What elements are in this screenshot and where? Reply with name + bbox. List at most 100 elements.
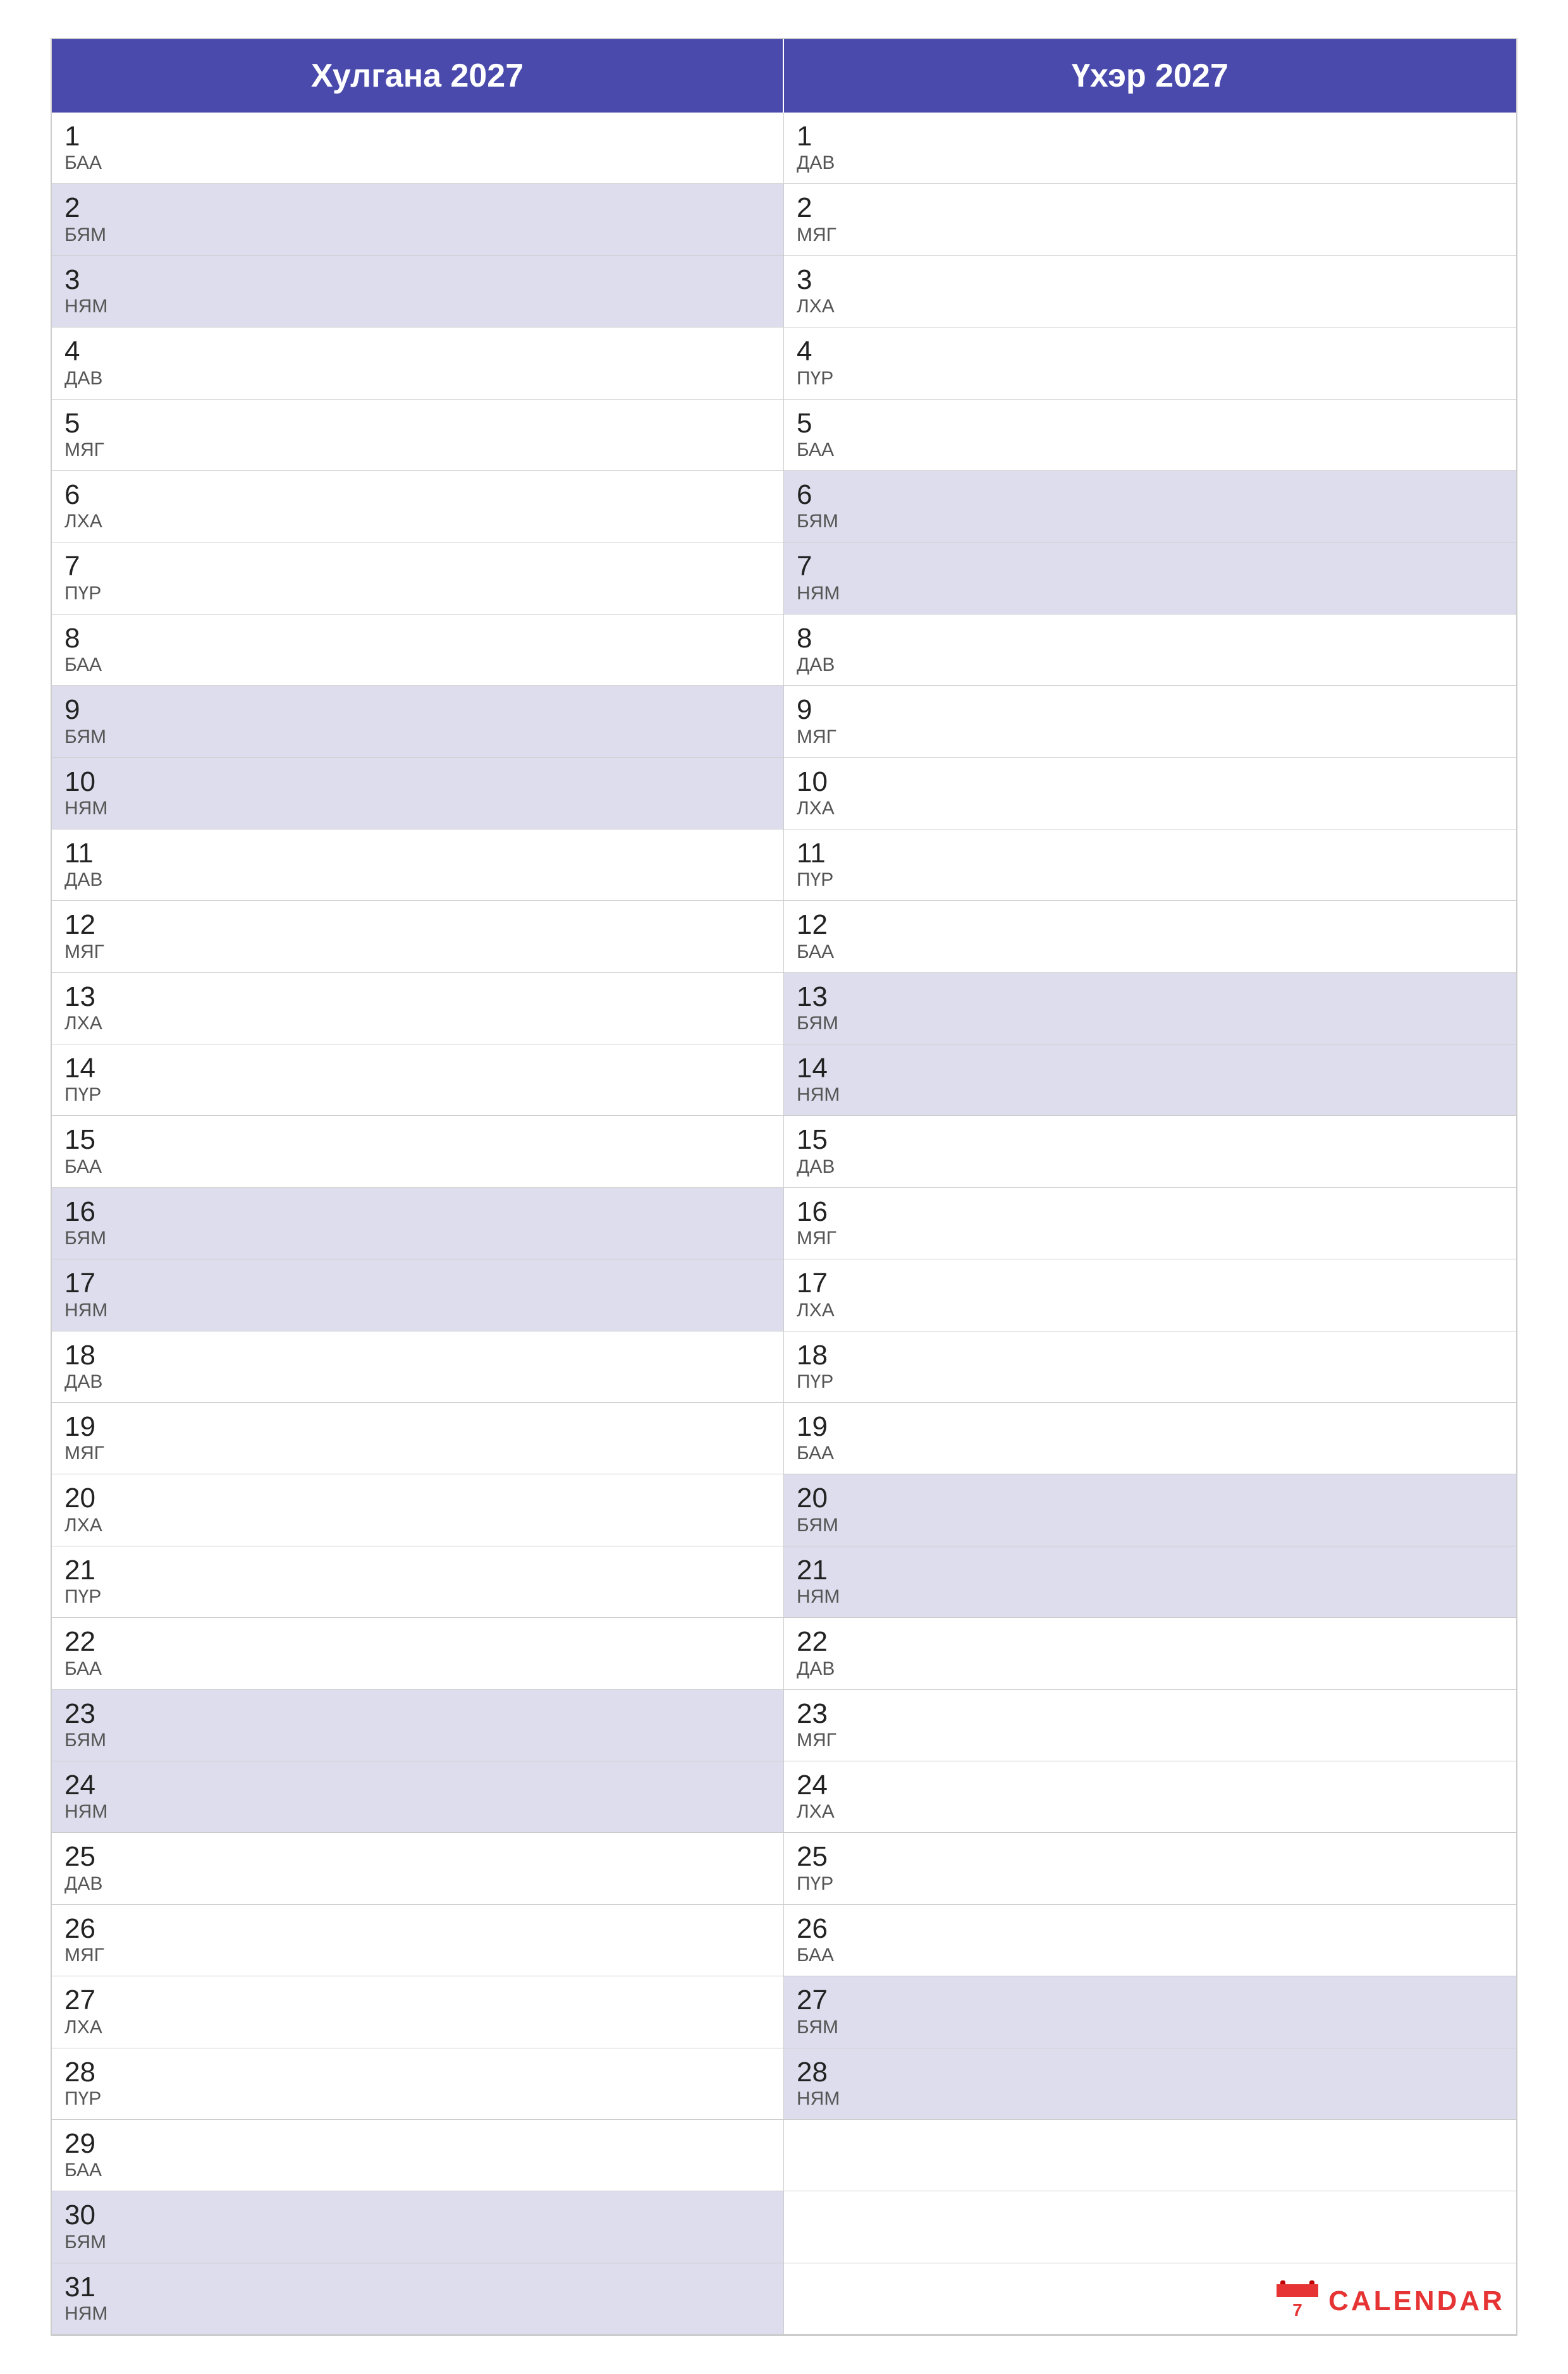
day-number: 17 <box>64 1268 771 1299</box>
left-day-2: 2БЯМ <box>52 184 784 255</box>
day-number: 13 <box>797 982 1504 1012</box>
right-day-6: 6БЯМ <box>784 471 1516 542</box>
right-day-19: 19БАА <box>784 1403 1516 1474</box>
left-day-9: 9БЯМ <box>52 686 784 757</box>
right-day-empty-28 <box>784 2120 1516 2191</box>
right-day-26: 26БАА <box>784 1905 1516 1976</box>
header-row: Хулгана 2027 Үхэр 2027 <box>52 39 1516 113</box>
left-day-20: 20ЛХА <box>52 1474 784 1546</box>
day-name: МЯГ <box>797 1729 1504 1752</box>
left-day-10: 10НЯМ <box>52 758 784 829</box>
right-day-8: 8ДАВ <box>784 615 1516 686</box>
right-day-14: 14НЯМ <box>784 1044 1516 1116</box>
day-number: 2 <box>64 193 771 223</box>
day-name: ДАВ <box>64 1371 771 1393</box>
right-day-3: 3ЛХА <box>784 256 1516 327</box>
day-name: ЛХА <box>64 1012 771 1035</box>
day-name: ПҮР <box>797 869 1504 891</box>
right-day-24: 24ЛХА <box>784 1761 1516 1833</box>
day-number: 3 <box>64 265 771 295</box>
day-name: ЛХА <box>797 295 1504 318</box>
day-number: 6 <box>64 480 771 510</box>
day-name: НЯМ <box>797 582 1504 605</box>
day-number: 10 <box>797 767 1504 797</box>
day-name: ДАВ <box>64 367 771 390</box>
day-name: БЯМ <box>797 2016 1504 2039</box>
right-day-23: 23МЯГ <box>784 1690 1516 1761</box>
day-name: БЯМ <box>797 510 1504 533</box>
day-name: БЯМ <box>64 726 771 749</box>
day-number: 16 <box>64 1197 771 1227</box>
day-name: ПҮР <box>64 2088 771 2110</box>
left-day-22: 22БАА <box>52 1618 784 1689</box>
right-day-18: 18ПҮР <box>784 1331 1516 1403</box>
left-day-25: 25ДАВ <box>52 1833 784 1904</box>
left-day-16: 16БЯМ <box>52 1188 784 1259</box>
left-day-6: 6ЛХА <box>52 471 784 542</box>
left-day-4: 4ДАВ <box>52 327 784 399</box>
right-day-22: 22ДАВ <box>784 1618 1516 1689</box>
day-name: МЯГ <box>64 439 771 462</box>
day-name: ДАВ <box>797 152 1504 174</box>
day-name: БЯМ <box>64 224 771 247</box>
svg-text:7: 7 <box>1292 2300 1302 2320</box>
left-day-18: 18ДАВ <box>52 1331 784 1403</box>
left-day-5: 5МЯГ <box>52 400 784 471</box>
day-number: 25 <box>797 1842 1504 1872</box>
left-month-title: Хулгана 2027 <box>311 58 524 94</box>
day-name: ПҮР <box>64 582 771 605</box>
day-number: 3 <box>797 265 1504 295</box>
day-number: 1 <box>64 121 771 152</box>
left-day-8: 8БАА <box>52 615 784 686</box>
day-number: 14 <box>64 1053 771 1084</box>
left-day-30: 30БЯМ <box>52 2191 784 2263</box>
right-day-28: 28НЯМ <box>784 2048 1516 2120</box>
right-month-header: Үхэр 2027 <box>784 39 1516 113</box>
day-number: 4 <box>64 336 771 367</box>
left-month-header: Хулгана 2027 <box>52 39 784 113</box>
right-day-1: 1ДАВ <box>784 113 1516 184</box>
day-number: 30 <box>64 2200 771 2230</box>
day-number: 8 <box>64 623 771 654</box>
day-number: 21 <box>64 1555 771 1586</box>
day-name: ДАВ <box>797 654 1504 676</box>
day-number: 9 <box>64 695 771 725</box>
day-number: 8 <box>797 623 1504 654</box>
day-name: ПҮР <box>797 367 1504 390</box>
day-name: БЯМ <box>64 1729 771 1752</box>
left-day-11: 11ДАВ <box>52 829 784 901</box>
day-name: БАА <box>64 1156 771 1178</box>
day-number: 31 <box>64 2272 771 2303</box>
day-number: 19 <box>64 1412 771 1442</box>
day-name: ПҮР <box>64 1586 771 1608</box>
day-number: 21 <box>797 1555 1504 1586</box>
day-name: НЯМ <box>64 1801 771 1823</box>
day-name: БАА <box>64 654 771 676</box>
day-number: 27 <box>797 1985 1504 2016</box>
day-number: 7 <box>797 551 1504 582</box>
day-name: НЯМ <box>797 2088 1504 2110</box>
right-day-11: 11ПҮР <box>784 829 1516 901</box>
day-number: 19 <box>797 1412 1504 1442</box>
day-number: 26 <box>797 1914 1504 1944</box>
day-name: ЛХА <box>64 1514 771 1537</box>
day-name: БЯМ <box>797 1012 1504 1035</box>
day-name: ЛХА <box>64 2016 771 2039</box>
right-day-empty-29 <box>784 2191 1516 2263</box>
day-number: 12 <box>64 910 771 940</box>
right-day-13: 13БЯМ <box>784 973 1516 1044</box>
day-name: ЛХА <box>797 1299 1504 1322</box>
day-number: 9 <box>797 695 1504 725</box>
day-name: ДАВ <box>797 1658 1504 1680</box>
day-name: БАА <box>64 2159 771 2182</box>
day-number: 6 <box>797 480 1504 510</box>
logo-area: 7 CALENDAR <box>1275 2279 1505 2323</box>
day-number: 27 <box>64 1985 771 2016</box>
day-name: БЯМ <box>64 1227 771 1250</box>
day-number: 18 <box>64 1340 771 1371</box>
day-number: 28 <box>64 2057 771 2088</box>
day-number: 22 <box>64 1627 771 1657</box>
day-name: БАА <box>64 1658 771 1680</box>
left-day-28: 28ПҮР <box>52 2048 784 2120</box>
day-number: 12 <box>797 910 1504 940</box>
